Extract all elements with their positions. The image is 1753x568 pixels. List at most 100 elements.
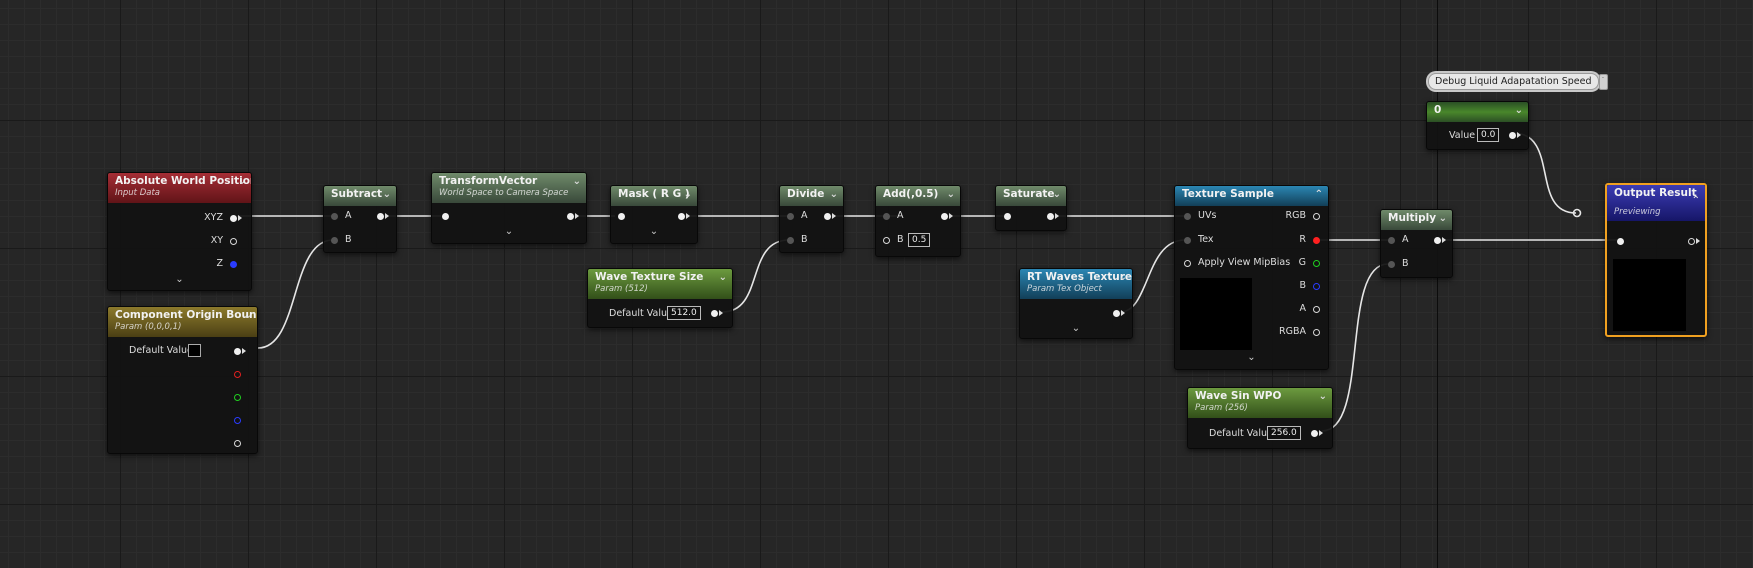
output-pin[interactable] — [1113, 310, 1120, 317]
output-pin-rgb[interactable] — [1313, 213, 1320, 220]
default-value-input[interactable]: 256.0 — [1267, 426, 1301, 440]
output-pin[interactable] — [1311, 430, 1318, 437]
output-pin-a[interactable] — [1313, 306, 1320, 313]
chevron-down-icon[interactable]: ⌄ — [1439, 213, 1447, 224]
node-header[interactable]: Wave Sin WPO Param (256) ⌄ — [1188, 388, 1332, 418]
node-header[interactable]: TransformVector World Space to Camera Sp… — [432, 173, 586, 203]
close-icon[interactable]: · — [1598, 74, 1608, 90]
expand-icon[interactable]: ⌄ — [505, 226, 513, 237]
output-pin-rgba[interactable] — [1313, 329, 1320, 336]
input-pin-b[interactable] — [787, 237, 794, 244]
node-divide[interactable]: Divide ⌄ A B — [779, 185, 844, 253]
node-header[interactable]: Divide ⌄ — [780, 186, 843, 206]
output-pin-b[interactable] — [1313, 283, 1320, 290]
node-header[interactable]: Texture Sample ⌃ — [1175, 186, 1328, 206]
node-multiply[interactable]: Multiply ⌄ A B — [1380, 209, 1453, 278]
input-pin-apply-view-mipbias[interactable] — [1184, 260, 1191, 267]
node-transform-vector[interactable]: TransformVector World Space to Camera Sp… — [431, 172, 587, 244]
chevron-down-icon[interactable]: ⌄ — [830, 189, 838, 200]
chevron-up-icon[interactable]: ⌃ — [1315, 189, 1323, 200]
b-value-input[interactable]: 0.5 — [908, 233, 931, 247]
node-header[interactable]: Saturate ⌄ — [996, 186, 1066, 206]
input-pin-b[interactable] — [331, 237, 338, 244]
chevron-down-icon[interactable]: ⌄ — [244, 310, 252, 321]
node-header[interactable]: Absolute World Position Input Data ⌄ — [108, 173, 251, 203]
node-mask[interactable]: Mask ( R G ) ⌄ ⌄ — [610, 185, 698, 244]
node-debug-constant[interactable]: 0 ⌄ Value 0.0 — [1426, 101, 1529, 150]
chevron-up-icon[interactable]: ⌃ — [1692, 195, 1700, 206]
input-pin[interactable] — [618, 213, 625, 220]
input-pin-b[interactable] — [1388, 261, 1395, 268]
input-pin-a[interactable] — [787, 213, 794, 220]
output-pin-r[interactable] — [234, 371, 241, 378]
input-pin[interactable] — [1004, 213, 1011, 220]
comment-bubble[interactable]: Debug Liquid Adapatation Speed · — [1428, 73, 1608, 90]
input-pin-uvs[interactable] — [1184, 213, 1191, 220]
chevron-down-icon[interactable]: ⌄ — [238, 176, 246, 187]
output-pin[interactable] — [711, 310, 718, 317]
chevron-down-icon[interactable]: ⌄ — [1515, 105, 1523, 116]
output-pin-z[interactable] — [230, 261, 237, 268]
output-pin-rgba[interactable] — [234, 348, 241, 355]
default-value-color-swatch[interactable] — [188, 344, 201, 357]
node-saturate[interactable]: Saturate ⌄ — [995, 185, 1067, 231]
chevron-down-icon[interactable]: ⌄ — [947, 189, 955, 200]
node-subtract[interactable]: Subtract ⌄ A B — [323, 185, 397, 253]
output-pin[interactable] — [941, 213, 948, 220]
output-pin-g[interactable] — [234, 394, 241, 401]
output-pin-b[interactable] — [234, 417, 241, 424]
output-pin[interactable] — [824, 213, 831, 220]
output-pin[interactable] — [1434, 237, 1441, 244]
output-pin[interactable] — [678, 213, 685, 220]
node-add[interactable]: Add(,0.5) ⌄ A B 0.5 — [875, 185, 961, 257]
node-component-origin-bound[interactable]: Component Origin Bound Param (0,0,0,1) ⌄… — [107, 306, 258, 454]
node-header[interactable]: Output Result Previewing ⌃ — [1607, 185, 1705, 221]
input-pin-a[interactable] — [331, 213, 338, 220]
input-pin-b[interactable] — [883, 237, 890, 244]
output-pin-xy[interactable] — [230, 238, 237, 245]
node-header[interactable]: Component Origin Bound Param (0,0,0,1) ⌄ — [108, 307, 257, 337]
output-pin[interactable] — [1688, 238, 1695, 245]
output-pin[interactable] — [1509, 132, 1516, 139]
node-wave-sin-wpo[interactable]: Wave Sin WPO Param (256) ⌄ Default Value… — [1187, 387, 1333, 449]
node-absolute-world-position[interactable]: Absolute World Position Input Data ⌄ XYZ… — [107, 172, 252, 291]
input-pin[interactable] — [442, 213, 449, 220]
output-pin[interactable] — [377, 213, 384, 220]
output-pin-xyz[interactable] — [230, 215, 237, 222]
node-header[interactable]: 0 ⌄ — [1427, 102, 1528, 122]
chevron-down-icon[interactable]: ⌄ — [1319, 391, 1327, 402]
expand-icon[interactable]: ⌄ — [1247, 352, 1255, 363]
expand-icon[interactable]: ⌄ — [650, 226, 658, 237]
chevron-down-icon[interactable]: ⌄ — [573, 176, 581, 187]
value-input[interactable]: 0.0 — [1477, 128, 1500, 142]
output-pin-a[interactable] — [234, 440, 241, 447]
node-texture-sample[interactable]: Texture Sample ⌃ UVs Tex Apply View MipB… — [1174, 185, 1329, 370]
node-output-result[interactable]: Output Result Previewing ⌃ — [1605, 183, 1707, 337]
default-value-input[interactable]: 512.0 — [667, 306, 701, 320]
node-header[interactable]: Subtract ⌄ — [324, 186, 396, 206]
output-pin[interactable] — [567, 213, 574, 220]
chevron-down-icon[interactable]: ⌄ — [1119, 272, 1127, 283]
output-pin-r[interactable] — [1313, 237, 1320, 244]
node-wave-texture-size[interactable]: Wave Texture Size Param (512) ⌄ Default … — [587, 268, 733, 328]
input-pin-a[interactable] — [883, 213, 890, 220]
expand-icon[interactable]: ⌄ — [175, 274, 183, 285]
output-pin[interactable] — [1047, 213, 1054, 220]
node-header[interactable]: Wave Texture Size Param (512) ⌄ — [588, 269, 732, 299]
chevron-down-icon[interactable]: ⌄ — [1053, 189, 1061, 200]
output-label-xyz: XYZ — [204, 212, 223, 223]
chevron-down-icon[interactable]: ⌄ — [383, 189, 391, 200]
input-pin[interactable] — [1617, 238, 1624, 245]
chevron-down-icon[interactable]: ⌄ — [719, 272, 727, 283]
node-rt-waves-texture[interactable]: RT Waves Texture Param Tex Object ⌄ ⌄ — [1019, 268, 1133, 339]
input-pin-a[interactable] — [1388, 237, 1395, 244]
node-header[interactable]: RT Waves Texture Param Tex Object ⌄ — [1020, 269, 1132, 299]
chevron-down-icon[interactable]: ⌄ — [684, 189, 692, 200]
output-pin-g[interactable] — [1313, 260, 1320, 267]
default-value-label: Default Value — [609, 308, 673, 319]
expand-icon[interactable]: ⌄ — [1072, 323, 1080, 334]
node-header[interactable]: Multiply ⌄ — [1381, 210, 1452, 230]
node-header[interactable]: Mask ( R G ) ⌄ — [611, 186, 697, 206]
node-header[interactable]: Add(,0.5) ⌄ — [876, 186, 960, 206]
input-pin-tex[interactable] — [1184, 237, 1191, 244]
